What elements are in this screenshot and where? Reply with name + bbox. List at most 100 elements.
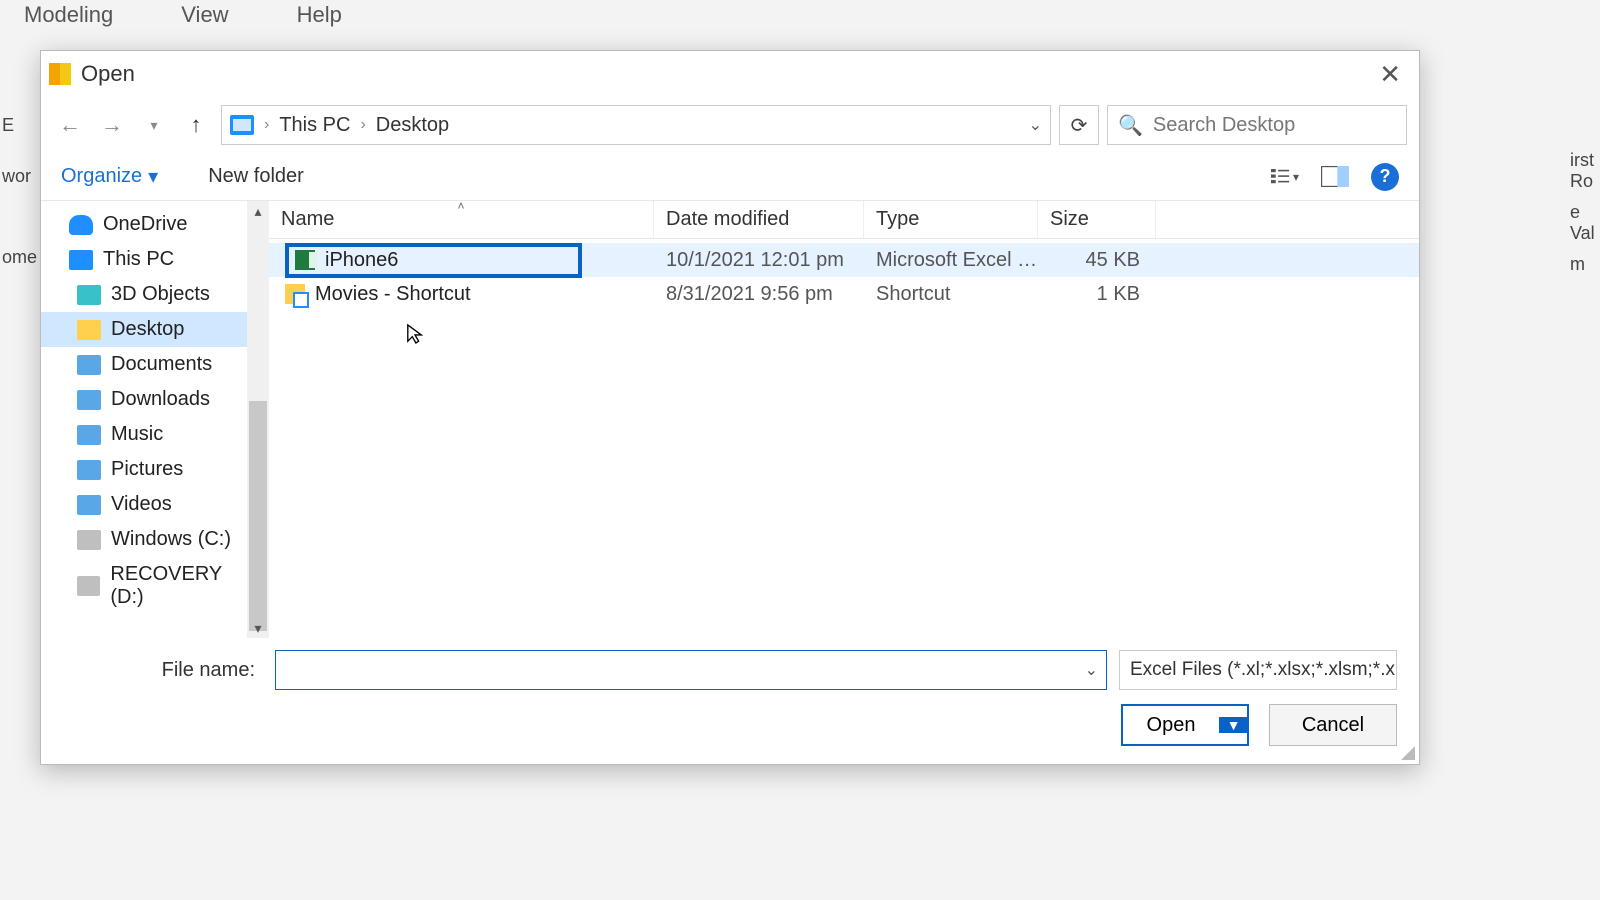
tree-item-label: OneDrive <box>103 213 187 236</box>
address-dropdown-icon[interactable]: ⌄ <box>1029 115 1042 135</box>
nav-forward-button[interactable]: → <box>95 108 129 142</box>
breadcrumb-item[interactable]: This PC <box>279 114 350 137</box>
tree-item-videos[interactable]: Videos <box>41 487 269 522</box>
search-icon: 🔍 <box>1118 113 1143 138</box>
open-button[interactable]: Open ▼ <box>1121 704 1249 746</box>
column-name[interactable]: ˄ Name <box>269 201 654 238</box>
column-headers: ˄ Name Date modified Type Size <box>269 201 1419 239</box>
file-date: 10/1/2021 12:01 pm <box>654 249 864 272</box>
file-size: 1 KB <box>1038 283 1156 306</box>
nav-row: ← → ▾ ↑ › This PC › Desktop ⌄ ⟳ 🔍 Search… <box>41 97 1419 153</box>
filename-label: File name: <box>63 659 263 682</box>
chevron-right-icon[interactable]: › <box>360 116 365 134</box>
file-type: Microsoft Excel W… <box>864 249 1038 272</box>
tree-item-documents[interactable]: Documents <box>41 347 269 382</box>
scroll-thumb[interactable] <box>249 401 267 631</box>
tree-item-desktop[interactable]: Desktop <box>41 312 269 347</box>
folder-icon <box>77 320 101 340</box>
scroll-down-icon[interactable]: ▾ <box>247 618 269 638</box>
breadcrumb-item[interactable]: Desktop <box>376 114 449 137</box>
open-split-button[interactable]: ▼ <box>1219 717 1247 733</box>
tree-item-windows-c-[interactable]: Windows (C:) <box>41 522 269 557</box>
bg-right-clip: irst Ro e Val m <box>1570 140 1600 285</box>
disc-icon <box>77 576 100 596</box>
folder-tree: OneDrive This PC 3D Objects Desktop Document… <box>41 201 269 638</box>
chevron-down-icon: ▾ <box>1293 170 1299 184</box>
file-list-area: ˄ Name Date modified Type Size iPhone6 10… <box>269 201 1419 638</box>
tree-item-label: RECOVERY (D:) <box>110 563 257 609</box>
search-input[interactable]: 🔍 Search Desktop <box>1107 105 1407 145</box>
column-type[interactable]: Type <box>864 201 1038 238</box>
bg-app-menu: Modeling View Help <box>0 0 366 30</box>
sort-asc-icon: ˄ <box>457 199 464 213</box>
tree-item-label: Downloads <box>111 388 210 411</box>
dialog-footer: File name: ⌄ Excel Files (*.xl;*.xlsx;*.… <box>41 638 1419 764</box>
selected-file-highlight: iPhone6 <box>285 243 582 278</box>
nav-recent-button[interactable]: ▾ <box>137 108 171 142</box>
tree-item-downloads[interactable]: Downloads <box>41 382 269 417</box>
tree-item-label: This PC <box>103 248 174 271</box>
organize-menu[interactable]: Organize ▾ <box>61 164 158 189</box>
chevron-right-icon[interactable]: › <box>264 116 269 134</box>
cancel-button[interactable]: Cancel <box>1269 704 1397 746</box>
file-type: Shortcut <box>864 283 1038 306</box>
new-folder-button[interactable]: New folder <box>208 165 304 188</box>
breadcrumb-bar[interactable]: › This PC › Desktop ⌄ <box>221 105 1051 145</box>
disc-icon <box>77 530 101 550</box>
tree-item-this-pc[interactable]: This PC <box>41 242 269 277</box>
app-icon <box>49 63 71 85</box>
resize-grip-icon[interactable] <box>1399 744 1415 760</box>
tree-item-label: Pictures <box>111 458 183 481</box>
chevron-down-icon: ▾ <box>148 164 158 189</box>
cloud-icon <box>69 215 93 235</box>
tree-item-3d-objects[interactable]: 3D Objects <box>41 277 269 312</box>
file-name: Movies - Shortcut <box>315 283 471 306</box>
filename-input[interactable]: ⌄ <box>275 650 1107 690</box>
column-size[interactable]: Size <box>1038 201 1156 238</box>
refresh-icon: ⟳ <box>1071 113 1088 138</box>
chevron-down-icon[interactable]: ⌄ <box>1085 660 1098 680</box>
tree-item-recovery-d-[interactable]: RECOVERY (D:) <box>41 557 269 615</box>
dl-icon <box>77 390 101 410</box>
file-name: iPhone6 <box>325 249 398 272</box>
filetype-select[interactable]: Excel Files (*.xl;*.xlsx;*.xlsm;*.xl ⌄ <box>1119 650 1397 690</box>
bg-menu-item: View <box>177 0 232 30</box>
open-file-dialog: Open ✕ ← → ▾ ↑ › This PC › Desktop ⌄ ⟳ 🔍… <box>40 50 1420 765</box>
nav-back-button[interactable]: ← <box>53 108 87 142</box>
excel-file-icon <box>295 250 315 270</box>
tree-item-label: Documents <box>111 353 212 376</box>
preview-pane-button[interactable] <box>1321 166 1349 188</box>
titlebar: Open ✕ <box>41 51 1419 97</box>
tree-item-onedrive[interactable]: OneDrive <box>41 207 269 242</box>
file-row[interactable]: Movies - Shortcut 8/31/2021 9:56 pmShortc… <box>269 277 1419 311</box>
shortcut-icon <box>285 284 305 304</box>
doc-icon <box>77 355 101 375</box>
pc-icon <box>69 250 93 270</box>
bg-menu-item: Modeling <box>20 0 117 30</box>
close-icon[interactable]: ✕ <box>1369 55 1411 94</box>
search-placeholder: Search Desktop <box>1153 114 1295 137</box>
vid-icon <box>77 495 101 515</box>
tree-item-label: Music <box>111 423 163 446</box>
tree-item-label: 3D Objects <box>111 283 210 306</box>
cube-icon <box>77 285 101 305</box>
tree-item-music[interactable]: Music <box>41 417 269 452</box>
nav-up-button[interactable]: ↑ <box>179 108 213 142</box>
tree-scrollbar[interactable]: ▴ ▾ <box>247 201 269 638</box>
cancel-button-label: Cancel <box>1302 714 1364 737</box>
file-size: 45 KB <box>1038 249 1156 272</box>
tree-item-pictures[interactable]: Pictures <box>41 452 269 487</box>
file-date: 8/31/2021 9:56 pm <box>654 283 864 306</box>
bg-left-clip: E wor ome <box>0 85 35 298</box>
tree-item-label: Desktop <box>111 318 184 341</box>
refresh-button[interactable]: ⟳ <box>1059 105 1099 145</box>
column-date[interactable]: Date modified <box>654 201 864 238</box>
tree-item-label: Videos <box>111 493 172 516</box>
help-button[interactable]: ? <box>1371 163 1399 191</box>
pic-icon <box>77 460 101 480</box>
scroll-up-icon[interactable]: ▴ <box>247 201 269 221</box>
tree-item-label: Windows (C:) <box>111 528 231 551</box>
pc-icon <box>230 115 254 135</box>
view-list-button[interactable]: ▾ <box>1271 166 1299 188</box>
file-row[interactable]: iPhone6 10/1/2021 12:01 pmMicrosoft Excel… <box>269 243 1419 277</box>
